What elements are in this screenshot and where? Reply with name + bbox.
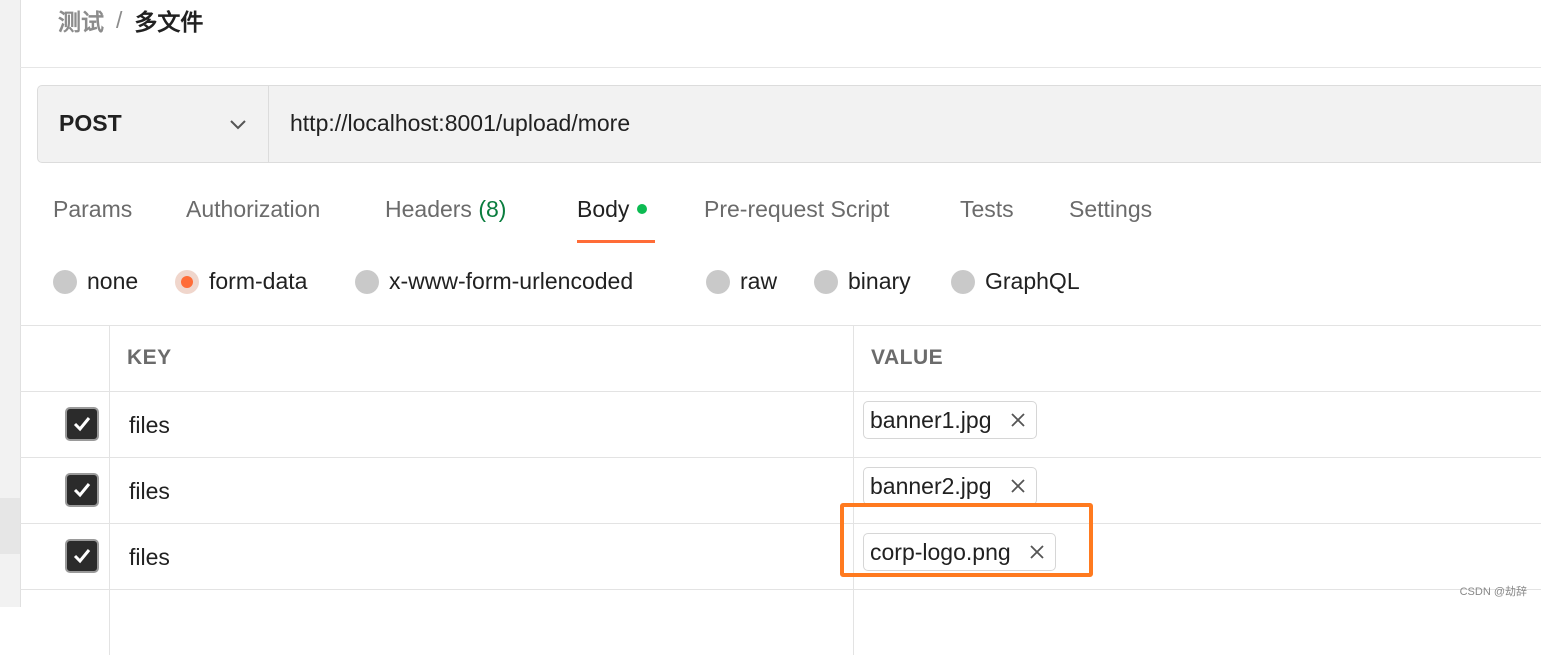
file-chip: banner2.jpg — [863, 467, 1037, 505]
radio-label: GraphQL — [985, 268, 1080, 294]
header-key-cell: KEY — [110, 326, 854, 391]
table-row: files banner2.jpg — [20, 457, 1541, 523]
radio-circle — [814, 269, 838, 294]
check-cell — [20, 458, 110, 523]
sidebar-edge-highlight — [0, 498, 20, 554]
check-cell — [20, 524, 110, 589]
tab-headers[interactable]: Headers (8) — [385, 196, 506, 223]
radio-label: x-www-form-urlencoded — [389, 268, 634, 294]
row-checkbox[interactable] — [65, 407, 99, 441]
tab-tests[interactable]: Tests — [960, 196, 1014, 223]
annotation-highlight-box — [840, 503, 1093, 577]
radio-graphql[interactable]: GraphQL — [951, 268, 1080, 295]
table-row: files corp-logo.png — [20, 523, 1541, 589]
radio-circle — [706, 269, 730, 294]
value-header: VALUE — [871, 346, 944, 369]
radio-circle — [53, 269, 77, 294]
headers-count: (8) — [478, 196, 507, 222]
radio-form-data[interactable]: form-data — [175, 268, 307, 295]
key-text: files — [129, 544, 170, 570]
tab-body[interactable]: Body — [577, 196, 648, 223]
radio-circle-selected — [175, 269, 199, 294]
checkmark-icon — [73, 483, 91, 498]
close-icon[interactable] — [1010, 412, 1026, 428]
breadcrumb-current[interactable]: 多文件 — [134, 3, 203, 37]
active-tab-underline — [577, 240, 655, 243]
check-cell — [20, 392, 110, 457]
chevron-down-icon — [230, 120, 246, 130]
table-row: files banner1.jpg — [20, 391, 1541, 457]
row-checkbox[interactable] — [65, 539, 99, 573]
close-icon[interactable] — [1010, 478, 1026, 494]
tab-settings[interactable]: Settings — [1069, 196, 1152, 223]
key-cell[interactable] — [110, 590, 854, 655]
method-select[interactable]: POST — [38, 86, 269, 162]
tab-headers-label: Headers — [385, 196, 472, 222]
tab-pre-request-script[interactable]: Pre-request Script — [704, 196, 889, 223]
active-indicator-dot — [637, 203, 648, 214]
header-value-cell: VALUE — [854, 326, 1541, 391]
watermark: CSDN @劫辞 — [1459, 586, 1527, 598]
file-name: banner2.jpg — [870, 472, 992, 499]
breadcrumb-parent[interactable]: 测试 — [58, 3, 104, 37]
method-label: POST — [59, 110, 122, 136]
checkmark-icon — [73, 549, 91, 564]
request-url-bar: POST http://localhost:8001/upload/more — [37, 85, 1541, 163]
key-text: files — [129, 412, 170, 438]
value-cell: banner1.jpg — [854, 392, 1541, 457]
file-chip: banner1.jpg — [863, 401, 1037, 439]
radio-circle — [355, 269, 379, 294]
key-cell[interactable]: files — [110, 392, 854, 457]
breadcrumb: 测试 / 多文件 — [58, 4, 203, 36]
row-checkbox[interactable] — [65, 473, 99, 507]
radio-raw[interactable]: raw — [706, 268, 777, 295]
radio-x-www-form-urlencoded[interactable]: x-www-form-urlencoded — [355, 268, 633, 295]
table-header-row: KEY VALUE — [20, 325, 1541, 391]
tab-body-label: Body — [577, 196, 630, 222]
radio-label: raw — [740, 268, 778, 294]
radio-label: binary — [848, 268, 911, 294]
breadcrumb-separator: / — [116, 6, 123, 33]
header-check-cell — [20, 326, 110, 391]
key-text: files — [129, 478, 170, 504]
tab-authorization[interactable]: Authorization — [186, 196, 320, 223]
check-cell — [20, 590, 110, 655]
key-cell[interactable]: files — [110, 524, 854, 589]
radio-label: form-data — [209, 268, 308, 294]
radio-binary[interactable]: binary — [814, 268, 911, 295]
radio-label: none — [87, 268, 139, 294]
value-cell[interactable] — [854, 590, 1541, 655]
radio-none[interactable]: none — [53, 268, 138, 295]
tab-params[interactable]: Params — [53, 196, 132, 223]
left-sidebar-edge — [0, 0, 21, 607]
checkmark-icon — [73, 417, 91, 432]
file-name: banner1.jpg — [870, 406, 992, 433]
url-input[interactable]: http://localhost:8001/upload/more — [290, 110, 630, 137]
key-cell[interactable]: files — [110, 458, 854, 523]
key-header: KEY — [127, 346, 172, 369]
header-divider — [20, 67, 1541, 68]
table-row-empty — [20, 589, 1541, 655]
radio-circle — [951, 269, 975, 294]
